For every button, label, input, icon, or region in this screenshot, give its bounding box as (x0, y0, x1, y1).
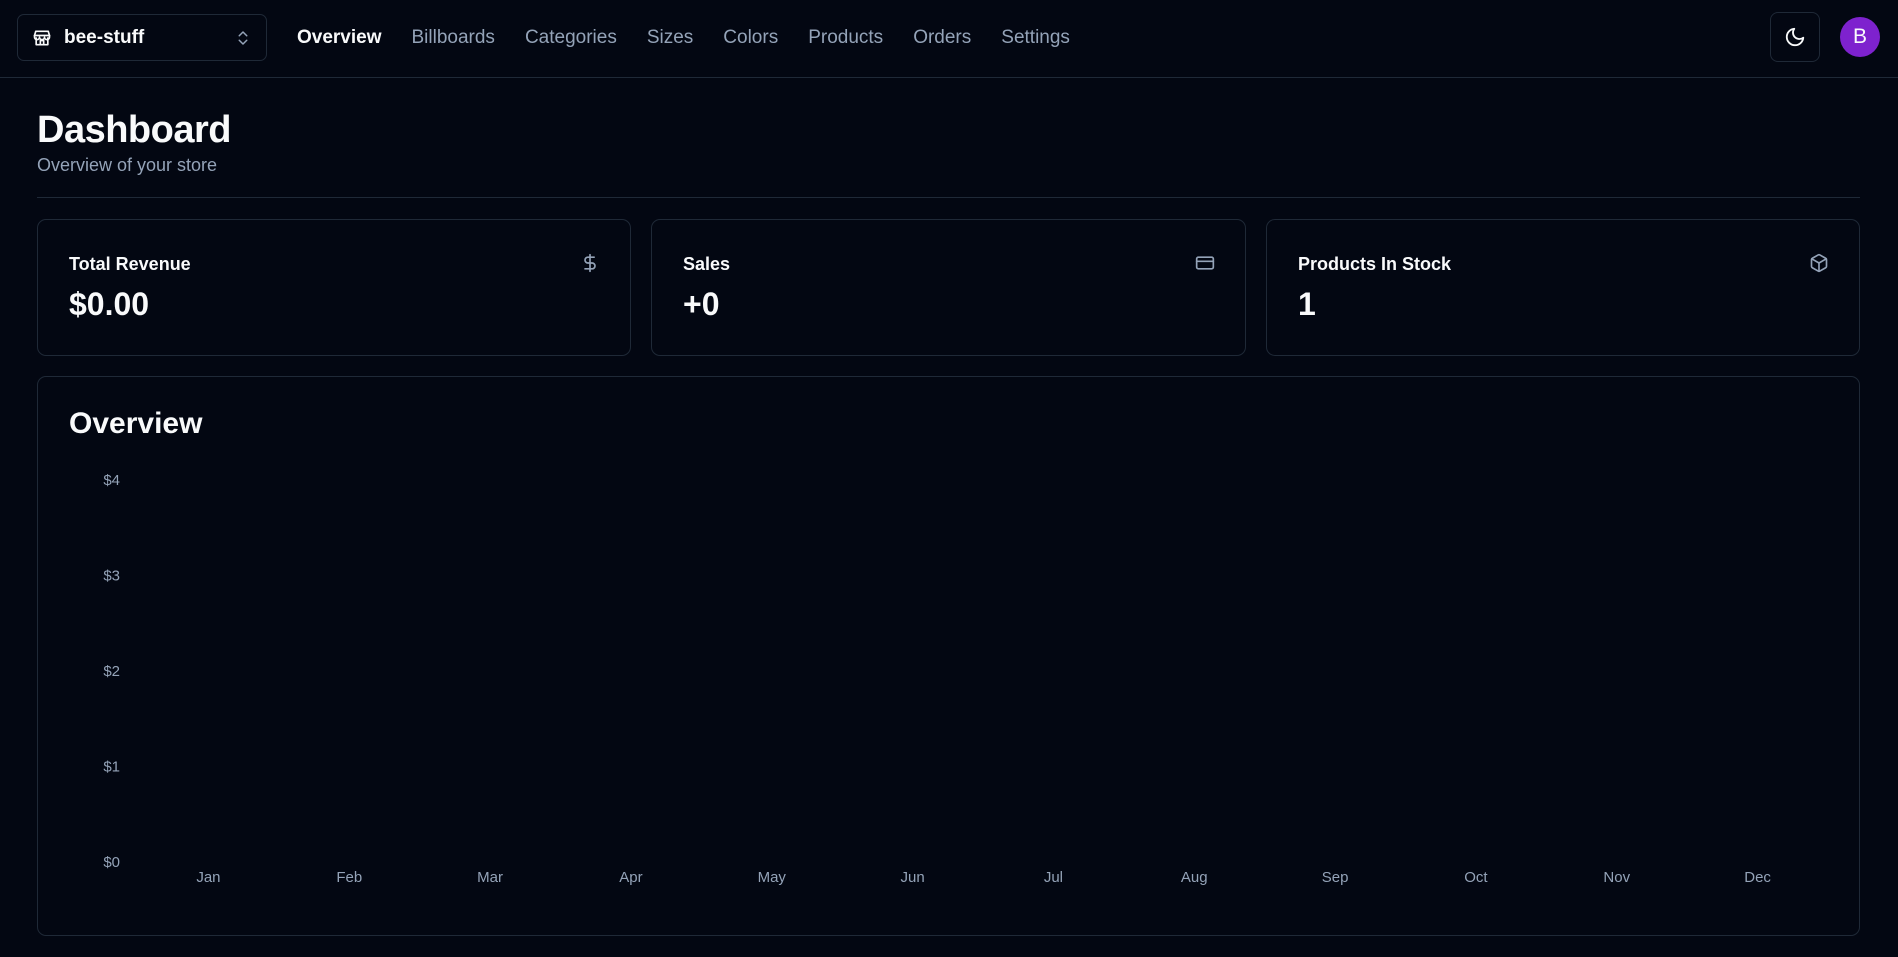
x-tick-label: Nov (1603, 869, 1630, 886)
nav-sizes[interactable]: Sizes (647, 27, 693, 49)
page-heading: Dashboard Overview of your store (37, 106, 231, 176)
card-value: $0.00 (69, 286, 150, 322)
x-tick-label: Sep (1322, 869, 1349, 886)
chevrons-up-down-icon (234, 27, 252, 49)
products-in-stock-card: Products In Stock 1 (1266, 219, 1860, 356)
moon-icon (1784, 26, 1806, 48)
card-title: Sales (683, 254, 731, 274)
sales-card: Sales +0 (651, 219, 1246, 356)
overview-bar-chart: $0 $1 $2 $3 $4 Jan Feb Mar Apr May Jun Jul Aug Sep Oct… (103, 472, 1771, 886)
x-tick-label: Jul (1044, 869, 1063, 886)
x-tick-label: Jan (196, 869, 220, 886)
nav-settings[interactable]: Settings (1001, 27, 1070, 49)
nav-products[interactable]: Products (808, 27, 883, 49)
x-tick-label: Mar (477, 869, 503, 886)
x-tick-label: May (758, 869, 787, 886)
overview-card: Overview $0 $1 $2 $3 $4 Jan Feb Mar Apr May Jun Jul… (37, 376, 1860, 936)
store-switcher[interactable]: bee-stuff (17, 14, 267, 61)
card-title: Total Revenue (69, 254, 191, 274)
nav-colors[interactable]: Colors (723, 27, 778, 49)
y-tick-label: $2 (103, 663, 120, 680)
store-icon (32, 28, 52, 48)
card-value: 1 (1298, 286, 1316, 322)
x-tick-label: Feb (336, 869, 362, 886)
nav-overview[interactable]: Overview (297, 27, 382, 49)
card-value: +0 (683, 286, 720, 322)
x-tick-label: Oct (1464, 869, 1488, 886)
page-description: Overview of your store (37, 155, 218, 175)
store-name: bee-stuff (64, 26, 145, 48)
separator (37, 197, 1860, 198)
x-tick-label: Jun (900, 869, 924, 886)
theme-toggle-button[interactable] (1770, 12, 1820, 62)
nav-orders[interactable]: Orders (913, 27, 971, 49)
dollar-sign-icon (580, 253, 600, 273)
main-nav: Overview Billboards Categories Sizes Col… (297, 0, 1100, 76)
x-tick-label: Aug (1181, 869, 1208, 886)
y-tick-label: $0 (103, 854, 120, 871)
x-tick-label: Apr (619, 869, 642, 886)
card-title: Products In Stock (1298, 254, 1452, 274)
y-tick-label: $4 (103, 472, 120, 489)
page-title: Dashboard (37, 109, 231, 151)
top-navbar: bee-stuff Overview Billboards Categories… (0, 0, 1898, 78)
y-tick-label: $3 (103, 568, 120, 585)
nav-categories[interactable]: Categories (525, 27, 617, 49)
package-icon (1809, 253, 1829, 273)
credit-card-icon (1195, 253, 1215, 273)
nav-billboards[interactable]: Billboards (412, 27, 495, 49)
x-tick-label: Dec (1744, 869, 1771, 886)
total-revenue-card: Total Revenue $0.00 (37, 219, 631, 356)
avatar[interactable]: B (1840, 17, 1880, 57)
y-tick-label: $1 (103, 759, 120, 776)
